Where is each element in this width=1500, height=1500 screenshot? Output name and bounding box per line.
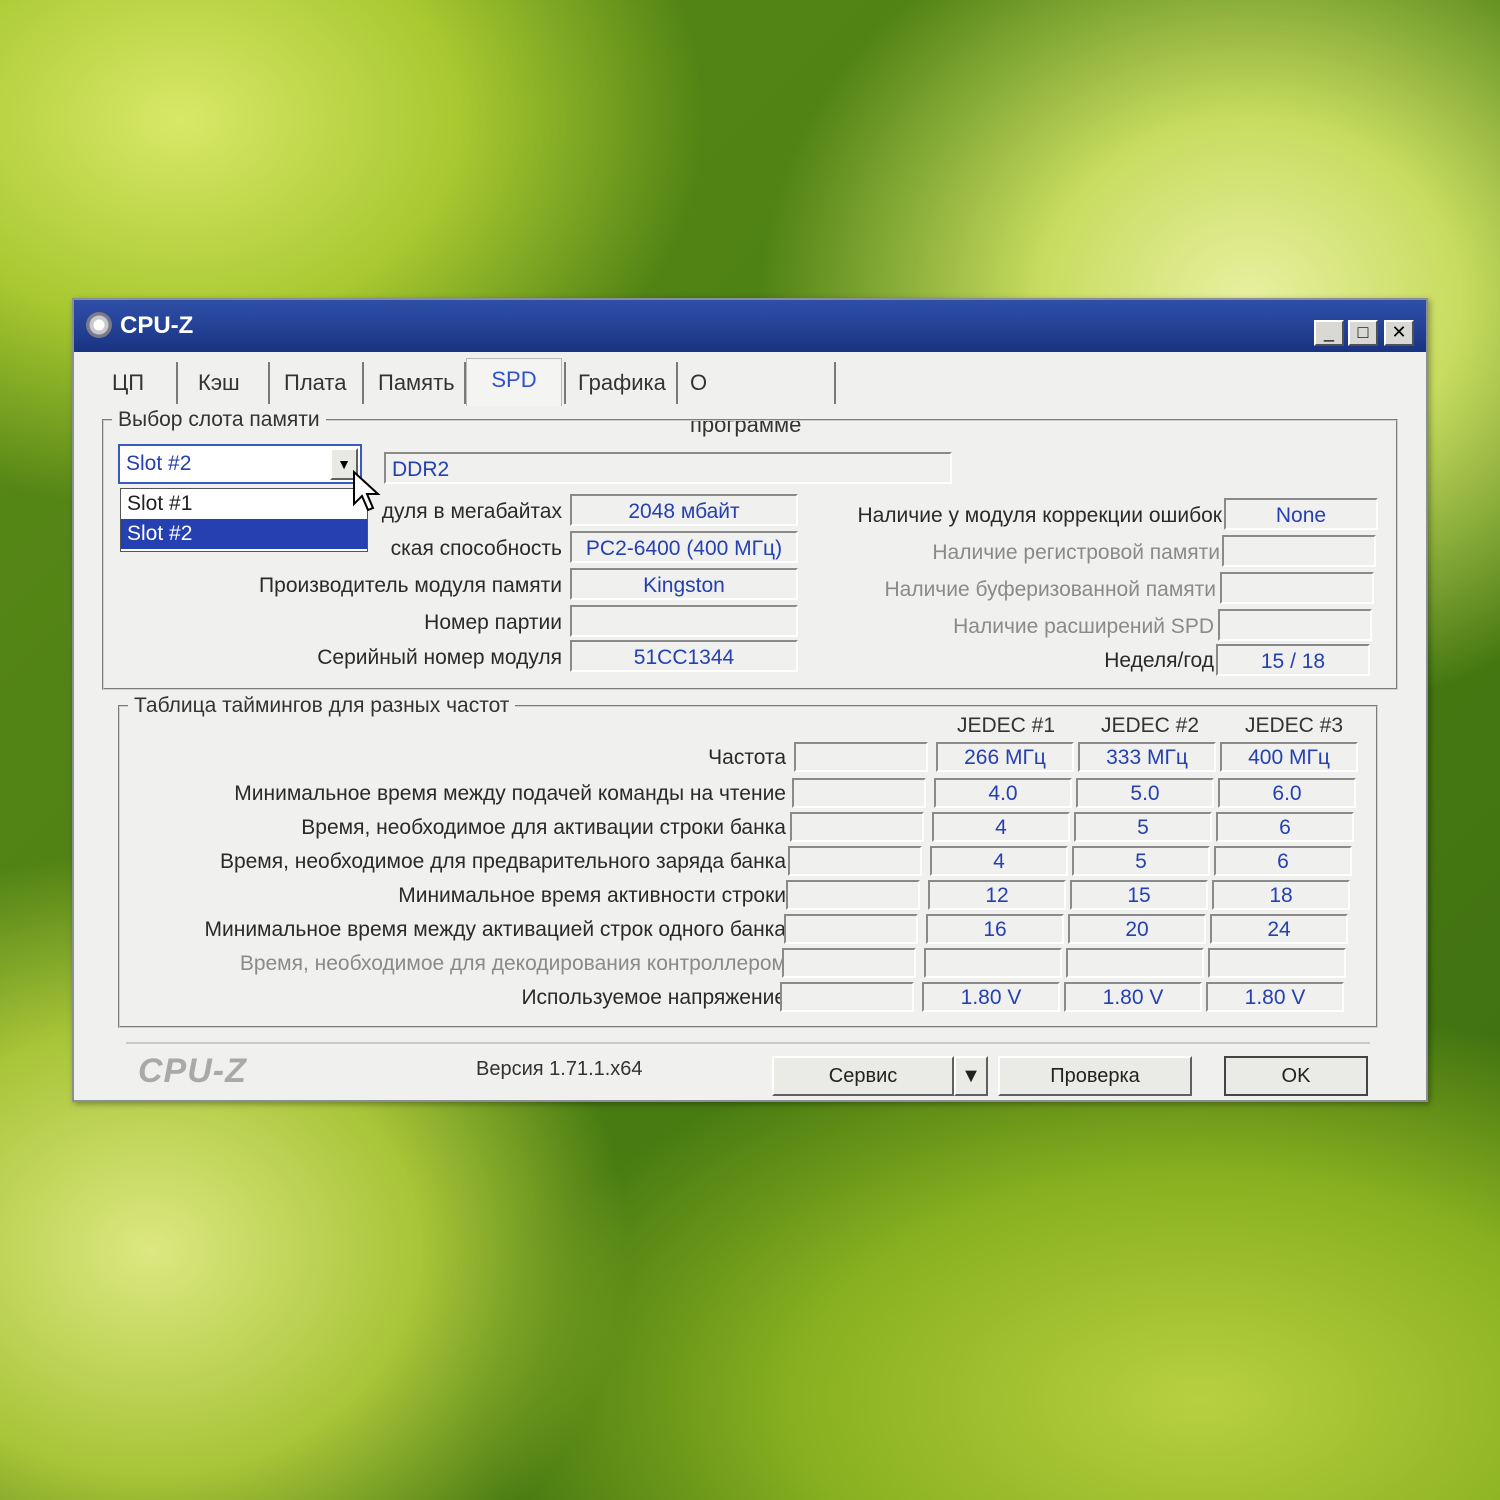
col-jedec-3: JEDEC #3 [1244, 714, 1344, 737]
registered-value [1222, 535, 1376, 567]
timing-cell: 4.0 [934, 778, 1072, 808]
service-dropdown-button[interactable]: ▼ [954, 1056, 988, 1096]
timing-cell: 18 [1212, 880, 1350, 910]
slot-dropdown-list: Slot #1 Slot #2 [120, 488, 368, 552]
timing-cell [782, 948, 916, 978]
module-size-value: 2048 мбайт [570, 494, 798, 526]
timing-row-label: Используемое напряжение [521, 986, 786, 1009]
timings-legend: Таблица таймингов для разных частот [134, 694, 510, 717]
tab-spd[interactable]: SPD [466, 358, 562, 406]
week-year-label: Неделя/год [1104, 649, 1214, 672]
tab-about[interactable]: О программе [678, 362, 836, 437]
tab-cpu[interactable]: ЦП [100, 362, 178, 404]
slot-option-2[interactable]: Slot #2 [121, 519, 367, 549]
timing-cell: 24 [1210, 914, 1348, 944]
tab-mainboard[interactable]: Плата [272, 362, 364, 404]
memory-type-field: DDR2 [384, 452, 952, 484]
title-bar[interactable]: CPU-Z _ □ ✕ [74, 300, 1426, 352]
cpu-z-app-icon [86, 312, 112, 338]
footer-divider [126, 1042, 1370, 1044]
timing-cell [1208, 948, 1346, 978]
timing-cell [1066, 948, 1204, 978]
mouse-pointer-icon [353, 470, 381, 512]
week-year-value: 15 / 18 [1216, 644, 1370, 676]
timing-cell: 1.80 V [922, 982, 1060, 1012]
max-bandwidth-label: ская способность [390, 537, 562, 560]
timing-cell [794, 742, 928, 772]
part-number-value [570, 605, 798, 637]
manufacturer-value: Kingston [570, 568, 798, 600]
timing-cell [784, 914, 918, 944]
timing-cell [924, 948, 1062, 978]
validate-button[interactable]: Проверка [998, 1056, 1192, 1096]
buffered-value [1220, 572, 1374, 604]
serial-number-value: 51CC1344 [570, 640, 798, 672]
timing-cell: 5 [1072, 846, 1210, 876]
module-size-label: дуля в мегабайтах [381, 500, 562, 523]
timing-cell [788, 846, 922, 876]
serial-number-label: Серийный номер модуля [317, 646, 562, 669]
spd-ext-value [1218, 609, 1372, 641]
timing-cell: 15 [1070, 880, 1208, 910]
timing-row-label: Время, необходимое для декодирования кон… [239, 952, 786, 975]
timing-cell [780, 982, 914, 1012]
max-bandwidth-value: PC2-6400 (400 МГц) [570, 531, 798, 563]
timing-row-label: Время, необходимое для активации строки … [301, 816, 786, 839]
timing-cell: 400 МГц [1220, 742, 1358, 772]
timing-cell: 333 МГц [1078, 742, 1216, 772]
timing-cell: 12 [928, 880, 1066, 910]
part-number-label: Номер партии [424, 611, 562, 634]
ecc-value: None [1224, 498, 1378, 530]
spd-ext-label: Наличие расширений SPD [953, 615, 1214, 638]
window-title: CPU-Z [120, 312, 194, 339]
timing-row-label: Минимальное время между активацией строк… [204, 918, 787, 941]
timing-cell: 4 [932, 812, 1070, 842]
timing-cell: 4 [930, 846, 1068, 876]
tab-graphics[interactable]: Графика [564, 362, 678, 404]
timing-cell: 5.0 [1076, 778, 1214, 808]
timing-cell: 266 МГц [936, 742, 1074, 772]
minimize-button[interactable]: _ [1314, 320, 1344, 346]
timing-cell: 1.80 V [1064, 982, 1202, 1012]
timing-cell [792, 778, 926, 808]
registered-label: Наличие регистровой памяти [932, 541, 1220, 564]
tab-memory[interactable]: Память [366, 362, 466, 404]
tab-cache[interactable]: Кэш [186, 362, 270, 404]
buffered-label: Наличие буферизованной памяти [884, 578, 1216, 601]
slot-option-1[interactable]: Slot #1 [121, 489, 367, 519]
chevron-down-icon: ▼ [961, 1065, 981, 1087]
timing-cell: 6.0 [1218, 778, 1356, 808]
col-jedec-1: JEDEC #1 [956, 714, 1056, 737]
cpu-z-logo: CPU-Z [138, 1052, 247, 1090]
timing-row-label: Минимальное время между подачей команды … [234, 782, 786, 805]
slot-select-value: Slot #2 [126, 452, 192, 475]
col-jedec-2: JEDEC #2 [1100, 714, 1200, 737]
timing-row-label: Минимальное время активности строки [398, 884, 786, 907]
maximize-button[interactable]: □ [1348, 320, 1378, 346]
timing-cell: 6 [1214, 846, 1352, 876]
slot-select[interactable]: Slot #2 ▼ [118, 444, 362, 484]
slot-selection-legend: Выбор слота памяти [118, 408, 320, 431]
close-button[interactable]: ✕ [1384, 320, 1414, 346]
timing-cell [786, 880, 920, 910]
timing-row-label: Частота [708, 746, 786, 769]
timing-row-label: Время, необходимое для предварительного … [219, 850, 786, 873]
timing-cell: 16 [926, 914, 1064, 944]
timing-cell: 1.80 V [1206, 982, 1344, 1012]
ecc-label: Наличие у модуля коррекции ошибок [857, 504, 1222, 527]
timing-cell: 5 [1074, 812, 1212, 842]
timing-cell [790, 812, 924, 842]
manufacturer-label: Производитель модуля памяти [259, 574, 562, 597]
timing-cell: 6 [1216, 812, 1354, 842]
version-label: Версия 1.71.1.x64 [476, 1058, 643, 1080]
service-button[interactable]: Сервис [772, 1056, 954, 1096]
timing-cell: 20 [1068, 914, 1206, 944]
ok-button[interactable]: OK [1224, 1056, 1368, 1096]
